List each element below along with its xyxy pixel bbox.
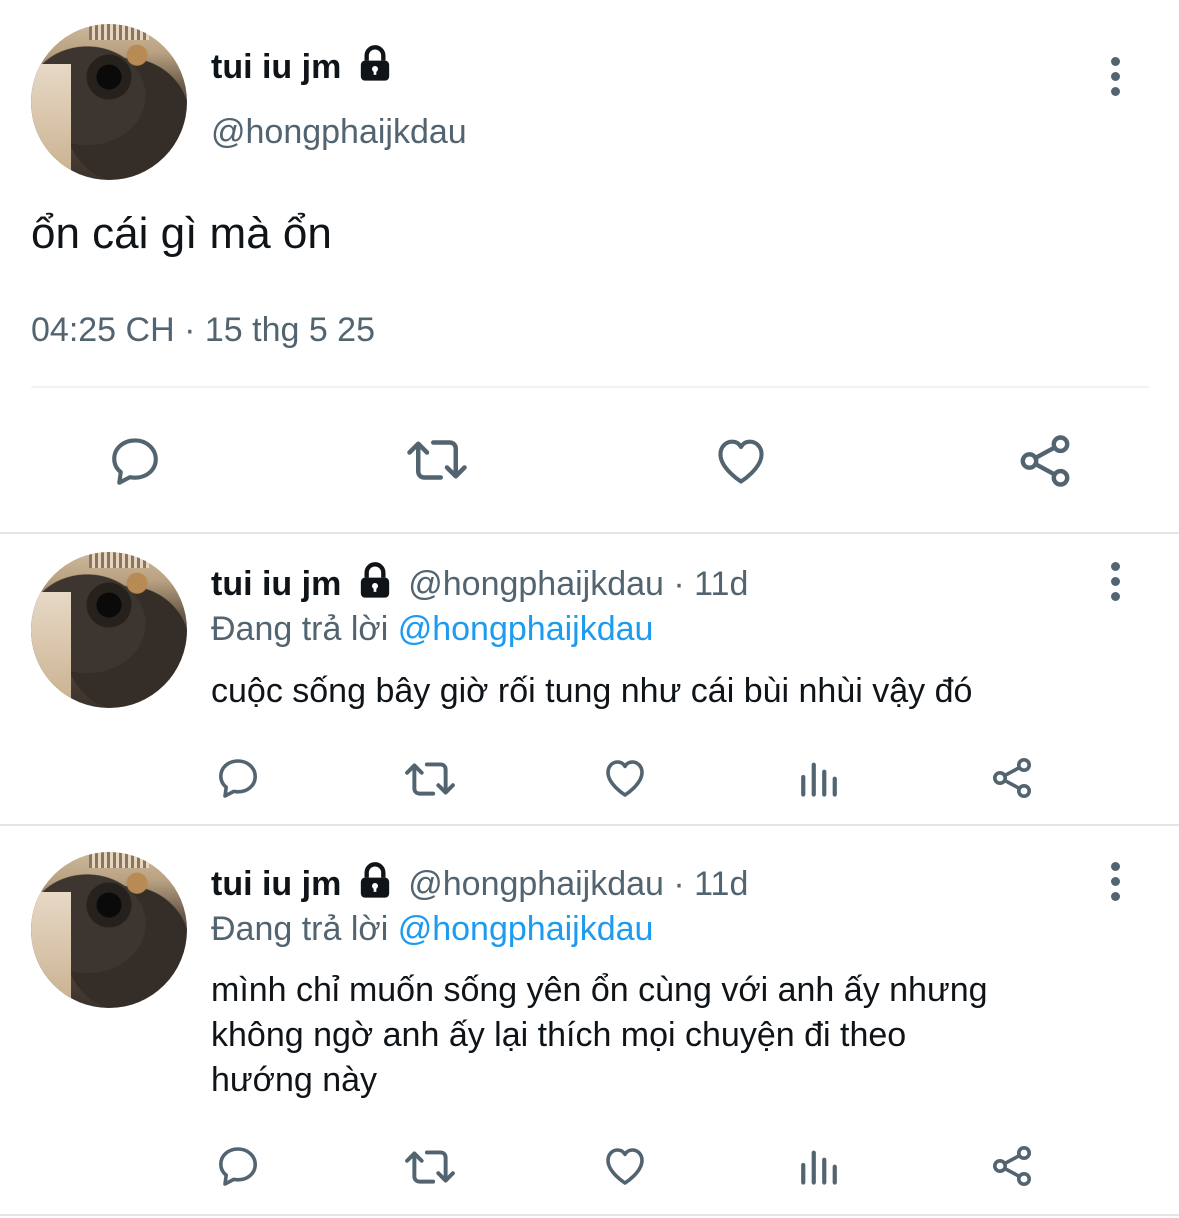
handle[interactable]: @hongphaijkdau (408, 865, 664, 903)
avatar[interactable] (31, 552, 187, 708)
display-name[interactable]: tui iu jm (211, 48, 341, 86)
avatar[interactable] (31, 24, 187, 180)
lock-icon (360, 45, 389, 81)
tweet-age: · 11d (673, 565, 749, 603)
handle[interactable]: @hongphaijkdau (211, 110, 467, 154)
more-options-icon[interactable] (1111, 862, 1125, 907)
like-icon[interactable] (600, 754, 650, 802)
reply-header: tui iu jm @hongphaijkdau · 11d (211, 860, 748, 908)
share-icon[interactable] (988, 1142, 1036, 1190)
display-name[interactable]: tui iu jm (211, 565, 341, 603)
lock-icon (360, 562, 389, 598)
analytics-icon[interactable] (798, 756, 840, 798)
divider (0, 532, 1179, 534)
tweet-text-line: hướng này (211, 1061, 378, 1099)
retweet-icon[interactable] (404, 430, 470, 490)
replying-to-handle[interactable]: @hongphaijkdau (398, 910, 654, 948)
share-icon[interactable] (988, 754, 1036, 802)
reply-header: tui iu jm @hongphaijkdau · 11d (211, 560, 748, 608)
divider (31, 386, 1149, 388)
retweet-icon[interactable] (402, 1142, 458, 1192)
display-name[interactable]: tui iu jm (211, 865, 341, 903)
tweet-text: ổn cái gì mà ổn (31, 209, 332, 258)
tweet-text: mình chỉ muốn sống yên ổn cùng với anh ấ… (211, 968, 988, 1103)
timestamp[interactable]: 04:25 CH · 15 thg 5 25 (31, 308, 375, 352)
tweet-text-line: mình chỉ muốn sống yên ổn cùng với anh ấ… (211, 971, 988, 1009)
analytics-icon[interactable] (798, 1144, 840, 1186)
more-options-icon[interactable] (1111, 57, 1125, 102)
replying-to-handle[interactable]: @hongphaijkdau (398, 610, 654, 648)
tweet-text-line: không ngờ anh ấy lại thích mọi chuyện đi… (211, 1016, 907, 1054)
replying-to: Đang trả lời @hongphaijkdau (211, 906, 653, 952)
replying-to-label: Đang trả lời (211, 610, 389, 648)
retweet-icon[interactable] (402, 754, 458, 804)
reply-icon[interactable] (106, 432, 164, 490)
main-tweet-header: tui iu jm (211, 44, 395, 90)
reply-icon[interactable] (214, 754, 262, 802)
avatar[interactable] (31, 852, 187, 1008)
share-icon[interactable] (1014, 430, 1076, 492)
reply-icon[interactable] (214, 1142, 262, 1190)
handle[interactable]: @hongphaijkdau (408, 565, 664, 603)
like-icon[interactable] (711, 432, 771, 490)
tweet-age: · 11d (673, 865, 749, 903)
replying-to: Đang trả lời @hongphaijkdau (211, 606, 653, 652)
more-options-icon[interactable] (1111, 562, 1125, 607)
divider (0, 1214, 1179, 1216)
replying-to-label: Đang trả lời (211, 910, 389, 948)
tweet-text: cuộc sống bây giờ rối tung như cái bùi n… (211, 672, 973, 710)
divider (0, 824, 1179, 826)
lock-icon (360, 862, 389, 898)
like-icon[interactable] (600, 1142, 650, 1190)
